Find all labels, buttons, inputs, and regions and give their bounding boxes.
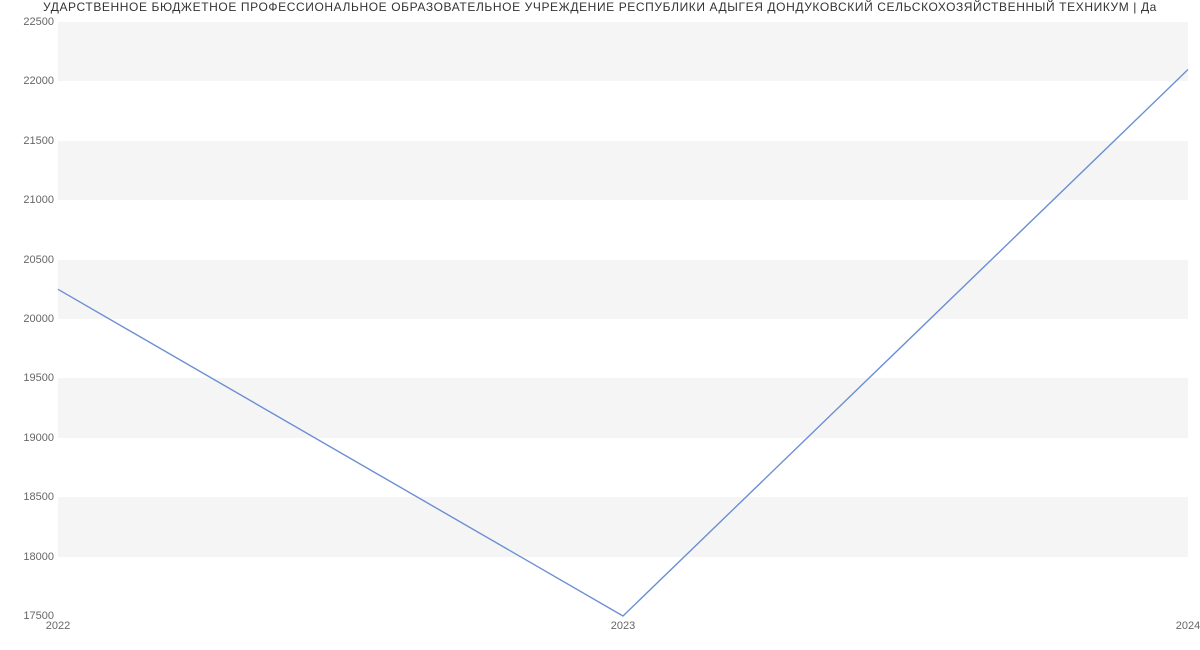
- y-tick-label: 21500: [4, 135, 54, 147]
- x-tick-label: 2024: [1176, 620, 1200, 632]
- chart-title: УДАРСТВЕННОЕ БЮДЖЕТНОЕ ПРОФЕССИОНАЛЬНОЕ …: [0, 0, 1200, 18]
- plot-area: [58, 22, 1188, 616]
- x-tick-label: 2022: [46, 620, 70, 632]
- y-tick-label: 22000: [4, 75, 54, 87]
- y-tick-label: 18000: [4, 551, 54, 563]
- y-tick-label: 19000: [4, 432, 54, 444]
- y-tick-label: 18500: [4, 491, 54, 503]
- y-tick-label: 19500: [4, 372, 54, 384]
- y-tick-label: 20000: [4, 313, 54, 325]
- x-tick-label: 2023: [611, 620, 635, 632]
- y-tick-label: 21000: [4, 194, 54, 206]
- line-series: [58, 22, 1188, 616]
- y-tick-label: 20500: [4, 254, 54, 266]
- y-tick-label: 22500: [4, 16, 54, 28]
